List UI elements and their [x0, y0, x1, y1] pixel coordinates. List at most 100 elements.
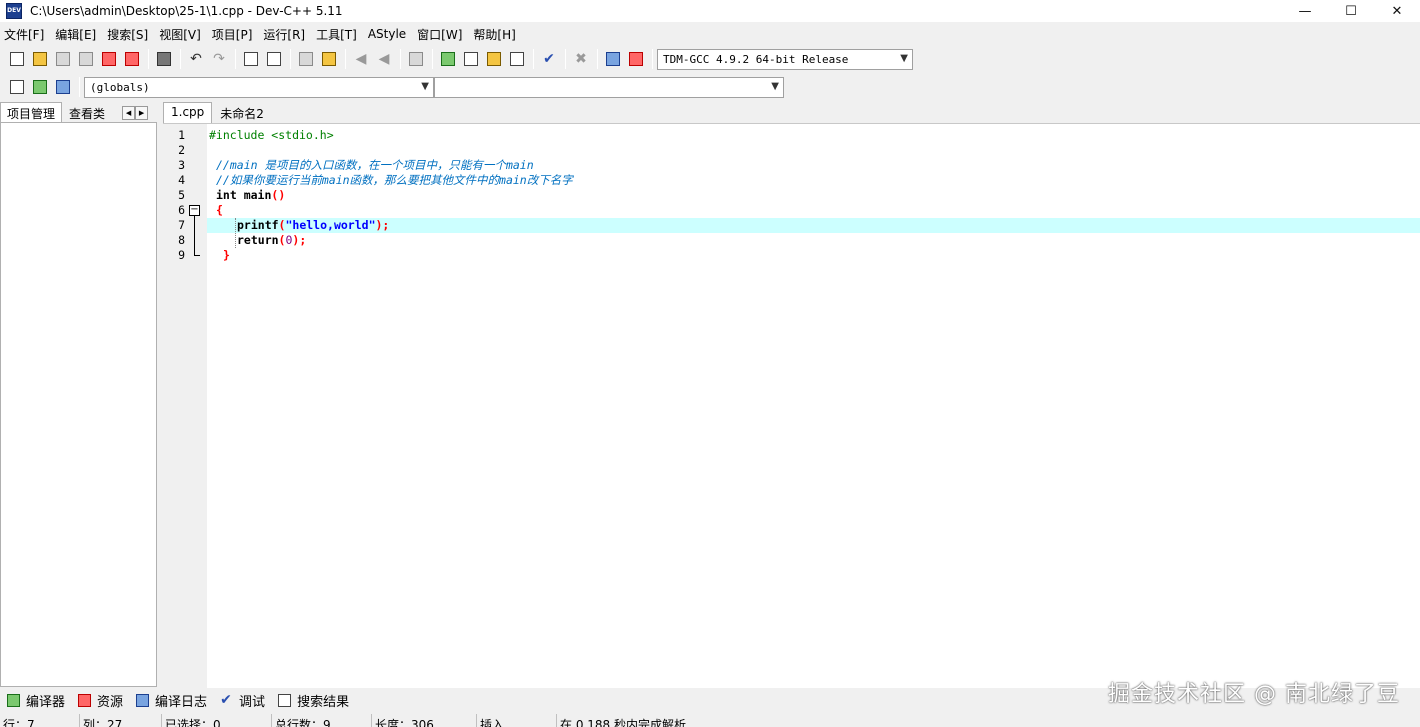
replace-icon [267, 52, 281, 66]
save-all-button[interactable] [75, 48, 97, 70]
remove-file-icon [56, 80, 70, 94]
run-button[interactable] [460, 48, 482, 70]
menu-help[interactable]: 帮助[H] [469, 26, 522, 43]
menu-run[interactable]: 运行[R] [259, 26, 312, 43]
main-toolbar: ↶ ↷ ◀ ◀ ✔ ✖ TDM-GCC 4.9.2 64-bit Release… [0, 45, 940, 73]
toolbar-separator [345, 49, 346, 69]
menu-astyle[interactable]: AStyle [364, 27, 413, 41]
app-icon: DEV [6, 3, 22, 19]
add-to-project-button[interactable] [29, 76, 51, 98]
goto-line-icon [299, 52, 313, 66]
minimize-button[interactable]: — [1282, 0, 1328, 22]
class-toolbar: (globals) ▼ ▼ [0, 74, 800, 100]
compiler-select[interactable]: TDM-GCC 4.9.2 64-bit Release ▼ [657, 48, 913, 70]
print-button[interactable] [153, 48, 175, 70]
project-tree-panel[interactable] [0, 122, 157, 687]
remove-from-project-button[interactable] [52, 76, 74, 98]
menu-tools[interactable]: 工具[T] [312, 26, 364, 43]
fold-toggle-button[interactable]: − [189, 205, 200, 216]
bookmark-icon [322, 52, 336, 66]
tab-1-cpp[interactable]: 1.cpp [163, 102, 213, 123]
save-button[interactable] [52, 48, 74, 70]
undo-icon: ↶ [190, 51, 202, 67]
status-col: 列：27 [80, 714, 162, 727]
line-number: 4 [178, 173, 185, 187]
new-project-button[interactable] [6, 76, 28, 98]
compile-button[interactable] [437, 48, 459, 70]
compile-run-button[interactable] [483, 48, 505, 70]
grid-icon [4, 691, 22, 709]
close-button[interactable]: ✕ [1374, 0, 1420, 22]
chevron-down-icon: ▼ [771, 80, 779, 92]
code-line-3: //main 是项目的入口函数，在一个项目中，只能有一个main [216, 158, 534, 172]
menu-project[interactable]: 项目[P] [208, 26, 260, 43]
new-project-icon [10, 80, 24, 94]
tab-compiler-label: 编译器 [26, 694, 66, 710]
new-file-button[interactable] [6, 48, 28, 70]
toggle-bookmark-button[interactable] [318, 48, 340, 70]
window-title: C:\Users\admin\Desktop\25-1\1.cpp - Dev-… [30, 4, 343, 18]
fold-end-marker [194, 255, 200, 256]
rebuild-all-icon [510, 52, 524, 66]
editor-tabs: 1.cpp 未命名2 [163, 101, 272, 123]
toolbar-separator [533, 49, 534, 69]
unindent-button[interactable]: ◀ [373, 48, 395, 70]
undo-button[interactable]: ↶ [185, 48, 207, 70]
find-button[interactable] [240, 48, 262, 70]
menu-view[interactable]: 视图[V] [155, 26, 208, 43]
stop-execution-button[interactable]: ✖ [570, 48, 592, 70]
save-icon [56, 52, 70, 66]
code-editor[interactable]: 1 2 3 4 5 6 7 8 9 − #include <stdio.h> /… [163, 123, 1420, 688]
tab-scroll-left-button[interactable]: ◀ [122, 106, 136, 120]
menu-edit[interactable]: 编辑[E] [51, 26, 103, 43]
scope-select[interactable]: (globals) ▼ [84, 76, 434, 98]
replace-button[interactable] [263, 48, 285, 70]
status-length: 长度：306 [372, 714, 477, 727]
function-select[interactable]: ▼ [434, 76, 784, 98]
syntax-check-button[interactable]: ✔ [538, 48, 560, 70]
left-panel-tabs: 项目管理 查看类 ◀ ▶ [0, 101, 160, 123]
tab-resources[interactable]: 资源 [75, 691, 123, 710]
goto-line-button[interactable] [295, 48, 317, 70]
tab-compiler[interactable]: 编译器 [4, 691, 65, 710]
menu-window[interactable]: 窗口[W] [413, 26, 469, 43]
menu-file[interactable]: 文件[F] [0, 26, 51, 43]
scope-select-value: (globals) [90, 80, 150, 94]
tab-compile-log[interactable]: 编译日志 [133, 691, 207, 710]
status-row: 行：7 [0, 714, 80, 727]
find-icon [244, 52, 258, 66]
rebuild-all-button[interactable] [506, 48, 528, 70]
maximize-button[interactable]: ☐ [1328, 0, 1374, 22]
code-line-6: { [216, 203, 223, 217]
delete-profile-button[interactable] [625, 48, 647, 70]
tab-scroll-right-button[interactable]: ▶ [135, 106, 149, 120]
bar-chart-icon [606, 52, 620, 66]
comment-icon [409, 52, 423, 66]
title-bar: DEV C:\Users\admin\Desktop\25-1\1.cpp - … [0, 0, 1420, 22]
toolbar-separator [400, 49, 401, 69]
menu-search[interactable]: 搜索[S] [103, 26, 155, 43]
watermark: 掘金技术社区 @ 南北绿了豆 [1108, 682, 1400, 707]
tab-untitled-2[interactable]: 未命名2 [212, 102, 272, 123]
chevron-down-icon: ▼ [421, 80, 429, 92]
close-all-button[interactable] [121, 48, 143, 70]
tab-debug[interactable]: ✔ 调试 [217, 691, 265, 710]
code-text-area[interactable]: #include <stdio.h> //main 是项目的入口函数，在一个项目… [207, 124, 1420, 688]
code-line-9: } [223, 248, 230, 262]
chevron-down-icon: ▼ [900, 52, 908, 64]
comment-button[interactable] [405, 48, 427, 70]
line-number: 5 [178, 188, 185, 202]
open-file-button[interactable] [29, 48, 51, 70]
tab-project-manager[interactable]: 项目管理 [0, 102, 63, 123]
redo-button[interactable]: ↷ [208, 48, 230, 70]
line-number: 3 [178, 158, 185, 172]
compile-run-icon [487, 52, 501, 66]
indent-button[interactable]: ◀ [350, 48, 372, 70]
tab-class-browser[interactable]: 查看类 [62, 102, 112, 123]
code-line-7-current: printf("hello,world"); [207, 218, 1420, 233]
tab-search-results[interactable]: 搜索结果 [275, 691, 349, 710]
toolbar-separator [79, 77, 80, 97]
close-file-button[interactable] [98, 48, 120, 70]
profile-button[interactable] [602, 48, 624, 70]
line-number: 9 [178, 248, 185, 262]
